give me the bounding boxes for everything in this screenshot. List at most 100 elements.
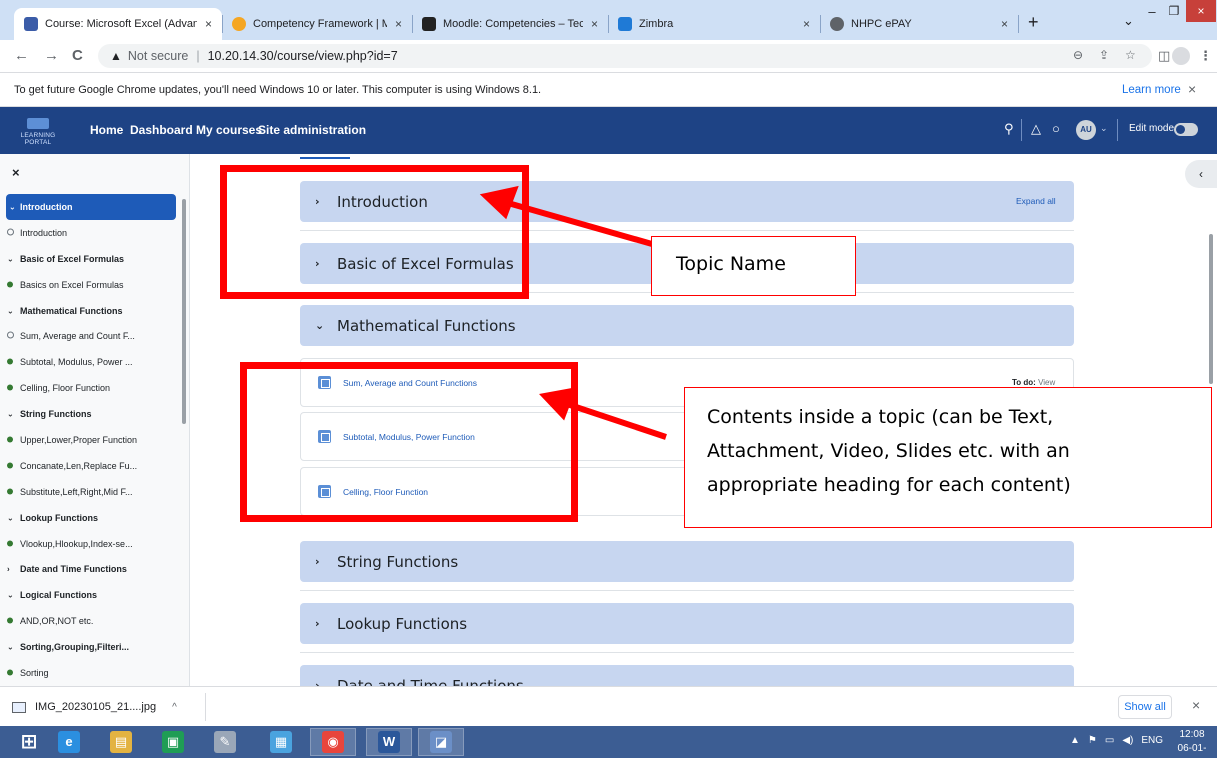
tab-zimbra[interactable]: Zimbra × (608, 8, 820, 40)
url-text[interactable]: 10.20.14.30/course/view.php?id=7 (208, 49, 398, 63)
user-avatar[interactable]: AU (1076, 120, 1096, 140)
network-icon[interactable]: ⚑ (1088, 735, 1097, 746)
show-all-button[interactable]: Show all (1118, 695, 1172, 719)
nav-dashboard[interactable]: Dashboard (130, 123, 193, 137)
chevron-down-icon[interactable]: ⌄ (7, 591, 14, 600)
back-arrow-icon[interactable]: ← (14, 47, 29, 64)
tab-close-icon[interactable]: × (803, 17, 810, 31)
chevron-down-icon[interactable]: ⌄ (7, 306, 14, 315)
tab-close-icon[interactable]: × (205, 17, 212, 31)
course-index-activity[interactable]: Sum, Average and Count F... (0, 323, 180, 349)
edit-mode-toggle[interactable] (1174, 123, 1198, 136)
course-index-section[interactable]: › Date and Time Functions (0, 556, 180, 582)
window-maximize-button[interactable]: ❐ (1163, 4, 1185, 22)
course-index-activity[interactable]: AND,OR,NOT etc. (0, 608, 180, 634)
downloads-close-icon[interactable]: × (1192, 697, 1200, 713)
chevron-down-icon[interactable]: ⌄ (7, 643, 14, 652)
chevron-down-icon[interactable]: ⌄ (9, 202, 16, 211)
section-date-time-functions[interactable]: › Date and Time Functions (300, 665, 1074, 686)
volume-icon[interactable]: ◀) (1122, 735, 1133, 746)
course-index-activity[interactable]: Upper,Lower,Proper Function (0, 427, 180, 453)
course-index-section[interactable]: ⌄ Mathematical Functions (0, 298, 180, 324)
open-block-drawer-button[interactable]: ‹ (1185, 160, 1217, 188)
course-index-section[interactable]: ⌄ Introduction (6, 194, 176, 220)
zoom-icon[interactable]: ⊖ (1073, 48, 1083, 62)
search-icon[interactable]: ⚲ (1004, 121, 1014, 137)
tab-close-icon[interactable]: × (1001, 17, 1008, 31)
address-bar[interactable]: ▲ Not secure | 10.20.14.30/course/view.p… (98, 44, 1152, 68)
chevron-down-icon[interactable]: ⌄ (7, 254, 14, 263)
tab-nhpc-epay[interactable]: NHPC ePAY × (820, 8, 1018, 40)
reload-icon[interactable]: C (72, 47, 83, 64)
chevron-down-icon[interactable]: ⌄ (7, 410, 14, 419)
taskbar-app-ms-app[interactable]: ◪ (418, 728, 464, 756)
taskbar-app-chrome[interactable]: ◉ (310, 728, 356, 756)
section-lookup-functions[interactable]: › Lookup Functions (300, 603, 1074, 644)
tab-close-icon[interactable]: × (395, 17, 402, 31)
browser-menu-icon[interactable]: ⋮ (1199, 48, 1212, 64)
download-file-name[interactable]: IMG_20230105_21....jpg (35, 701, 156, 713)
course-index-section[interactable]: ⌄ String Functions (0, 401, 180, 427)
course-index-activity[interactable]: Celling, Floor Function (0, 375, 180, 401)
chevron-right-icon[interactable]: › (315, 555, 325, 568)
chevron-down-icon[interactable]: ⌄ (1100, 123, 1108, 134)
nav-site-administration[interactable]: Site administration (258, 123, 366, 137)
course-index-activity[interactable]: Introduction (0, 220, 180, 246)
taskbar-app-paint[interactable]: ✎ (202, 728, 248, 756)
side-panel-icon[interactable]: ◫ (1158, 48, 1170, 64)
course-index-section[interactable]: ⌄ Lookup Functions (0, 505, 180, 531)
profile-avatar-icon[interactable] (1172, 47, 1190, 65)
window-minimize-button[interactable]: – (1141, 4, 1163, 22)
taskbar-app-word[interactable]: W (366, 728, 412, 756)
tab-search-button[interactable]: ⌄ (1123, 13, 1134, 29)
main-scrollbar[interactable] (1209, 234, 1213, 384)
chevron-up-icon[interactable]: ^ (172, 702, 177, 713)
chevron-right-icon[interactable]: › (315, 679, 325, 686)
tray-expand-icon[interactable]: ▲ (1070, 735, 1080, 746)
new-tab-button[interactable]: + (1028, 12, 1039, 33)
messages-chat-icon[interactable]: ○ (1052, 121, 1060, 136)
download-item[interactable]: IMG_20230105_21....jpg ^ (10, 693, 206, 721)
course-index-activity[interactable]: Sorting (0, 660, 180, 686)
course-index-section[interactable]: ⌄ Basic of Excel Formulas (0, 246, 180, 272)
course-index-activity[interactable]: Basics on Excel Formulas (0, 272, 180, 298)
course-index-activity[interactable]: Concanate,Len,Replace Fu... (0, 453, 180, 479)
taskbar-app-store[interactable]: ▣ (150, 728, 196, 756)
language-indicator[interactable]: ENG (1141, 735, 1163, 746)
course-index-activity[interactable]: Vlookup,Hlookup,Index-se... (0, 531, 180, 557)
section-string-functions[interactable]: › String Functions (300, 541, 1074, 582)
expand-all-link[interactable]: Expand all (1016, 196, 1056, 206)
security-status[interactable]: Not secure (128, 49, 188, 63)
tab-close-icon[interactable]: × (591, 17, 598, 31)
completion-todo[interactable]: To do: View (1012, 378, 1055, 387)
course-index-activity[interactable]: Subtotal, Modulus, Power ... (0, 349, 180, 375)
share-icon[interactable]: ⇪ (1099, 48, 1109, 62)
window-close-button[interactable]: × (1186, 0, 1216, 22)
forward-arrow-icon[interactable]: → (44, 47, 59, 64)
taskbar-clock[interactable]: 12:08 06-01-2023 (1170, 728, 1214, 758)
course-index-activity[interactable]: Substitute,Left,Right,Mid F... (0, 479, 180, 505)
display-icon[interactable]: ▭ (1105, 735, 1114, 746)
warning-triangle-icon[interactable]: ▲ (110, 49, 122, 63)
infobar-close-icon[interactable]: × (1188, 81, 1196, 97)
todo-action[interactable]: View (1038, 378, 1055, 387)
course-index-section[interactable]: ⌄ Sorting,Grouping,Filteri... (0, 634, 180, 660)
nav-my-courses[interactable]: My courses (196, 123, 262, 137)
close-drawer-icon[interactable]: × (12, 165, 20, 180)
tab-competency-framework[interactable]: Competency Framework | Moodl × (222, 8, 412, 40)
nav-home[interactable]: Home (90, 123, 123, 137)
tab-moodle-competencies[interactable]: Moodle: Competencies – Techno × (412, 8, 608, 40)
learning-portal-logo[interactable]: LEARNING PORTAL (16, 118, 60, 146)
bookmark-star-icon[interactable]: ☆ (1125, 48, 1136, 62)
chevron-down-icon[interactable]: ⌄ (315, 319, 325, 332)
chevron-right-icon[interactable]: › (7, 565, 10, 574)
chevron-right-icon[interactable]: › (315, 617, 325, 630)
learn-more-link[interactable]: Learn more (1122, 84, 1181, 96)
tab-course-excel[interactable]: Course: Microsoft Excel (Advance × (14, 8, 222, 40)
chevron-down-icon[interactable]: ⌄ (7, 513, 14, 522)
taskbar-app-file-explorer[interactable]: ▤ (98, 728, 144, 756)
notification-bell-icon[interactable]: △ (1031, 121, 1041, 137)
drawer-scrollbar[interactable] (182, 199, 186, 424)
section-mathematical-functions[interactable]: ⌄ Mathematical Functions (300, 305, 1074, 346)
course-index-section[interactable]: ⌄ Logical Functions (0, 582, 180, 608)
